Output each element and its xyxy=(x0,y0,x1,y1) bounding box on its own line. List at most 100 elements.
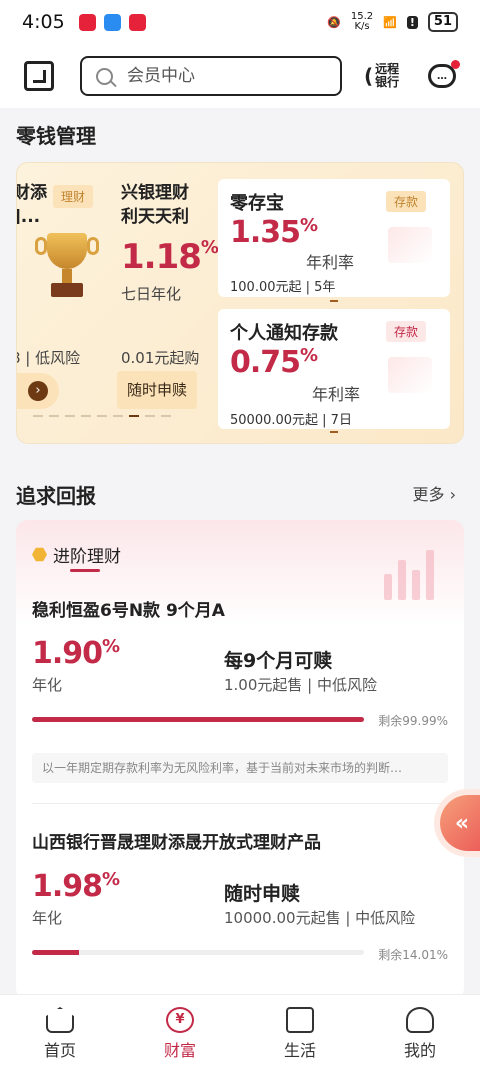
hexagon-icon xyxy=(32,547,47,562)
remote-bank-button[interactable]: ( 远程 银行 xyxy=(364,63,401,89)
product-rate: 1.90% xyxy=(32,636,120,671)
carousel-indicator xyxy=(33,415,171,417)
carousel-rate-unit: % xyxy=(200,237,219,258)
remote-bank-icon: ( xyxy=(364,64,374,88)
divider xyxy=(32,803,448,804)
wealth-icon: ¥ xyxy=(166,1007,194,1033)
net-speed: 15.2 K/s xyxy=(351,12,373,32)
nav-label: 我的 xyxy=(403,1041,436,1060)
mute-icon: 🔕 xyxy=(327,15,341,29)
trend-arrow-icon xyxy=(388,227,432,263)
product-name[interactable]: 稳利恒盈6号N款 9个月A xyxy=(32,596,225,621)
app-notification-icon xyxy=(103,13,121,31)
home-icon xyxy=(46,1007,74,1033)
product-term: 每9个月可赎 xyxy=(224,650,333,672)
nav-label: 首页 xyxy=(43,1041,76,1060)
search-box[interactable] xyxy=(80,56,342,96)
product-rate-value: 0.75 xyxy=(230,345,301,380)
double-chevron-left-icon: « xyxy=(454,810,470,836)
alert-icon: ! xyxy=(406,15,418,29)
product-detail: 10000.00元起售 | 中低风险 xyxy=(224,909,416,927)
more-link[interactable]: 更多 › xyxy=(413,481,457,505)
invest-card: 进阶理财 稳利恒盈6号N款 9个月A 1.90% 年化 每9个月可赎 1.00元… xyxy=(16,520,464,1000)
remote-bank-line1: 远程 xyxy=(375,62,400,76)
store-icon xyxy=(286,1007,314,1033)
remaining-progress-bar xyxy=(32,717,364,722)
carousel-redeem-button[interactable]: 随时申赎 xyxy=(117,371,197,409)
nav-item-me[interactable]: 我的 xyxy=(360,995,480,1066)
risk-disclaimer: 以一年期定期存款利率为无风险利率，基于当前对未来市场的判断… xyxy=(32,753,448,783)
deposit-badge: 存款 xyxy=(385,321,426,342)
product-rate-value: 1.35 xyxy=(230,215,301,250)
message-icon[interactable]: … xyxy=(428,60,460,88)
tab-advanced-finance[interactable]: 进阶理财 xyxy=(32,542,121,567)
carousel-product-name-line2[interactable]: 利天天利 xyxy=(121,205,189,229)
wifi-icon: 📶 xyxy=(383,15,397,29)
product-name[interactable]: 山西银行晋晟理财添晟开放式理财产品 xyxy=(32,828,321,853)
product-rate-label: 年化 xyxy=(32,676,63,694)
deposit-badge: 存款 xyxy=(385,191,426,212)
search-icon xyxy=(96,67,113,85)
tab-underline xyxy=(70,569,100,572)
remote-bank-line2: 银行 xyxy=(375,75,400,89)
nav-label: 生活 xyxy=(283,1041,316,1060)
product-rate: 1.98% xyxy=(32,869,120,904)
bottom-nav: 首页 ¥ 财富 生活 我的 xyxy=(0,994,480,1066)
nav-item-home[interactable]: 首页 xyxy=(0,995,120,1066)
progress-fill xyxy=(32,950,79,955)
carousel-badge: 理财 xyxy=(53,185,94,208)
product-rate-value: 1.90 xyxy=(32,636,103,671)
product-card-lingcunbao[interactable]: 零存宝 存款 1.35% 年利率 100.00元起 | 5年 xyxy=(218,179,450,302)
scan-icon[interactable] xyxy=(24,61,54,91)
product-term: 随时申赎 xyxy=(224,883,301,905)
progress-fill xyxy=(32,717,364,722)
chevron-right-icon: › xyxy=(28,381,48,401)
battery-icon: 51 xyxy=(427,12,458,32)
carousel-rate-value: 1.18 xyxy=(121,237,202,277)
product-sub: 100.00元起 | 5年 xyxy=(230,280,336,295)
carousel-prev-name-line2: ]... xyxy=(17,207,41,227)
divider-mark xyxy=(330,431,338,433)
app-notification-icon xyxy=(78,13,96,31)
remaining-progress-bar xyxy=(32,950,364,955)
status-app-icons xyxy=(78,13,146,31)
carousel-prev-button[interactable]: › xyxy=(17,373,59,409)
product-rate: 0.75% xyxy=(230,345,318,380)
product-rate-unit: % xyxy=(102,869,121,890)
status-bar: 4:05 🔕 15.2 K/s 📶 ! 51 xyxy=(0,0,480,44)
product-name: 个人通知存款 xyxy=(230,323,338,344)
trophy-icon xyxy=(31,233,103,303)
product-rate-unit: % xyxy=(300,345,319,366)
remaining-label: 剩余14.01% xyxy=(378,948,448,962)
user-icon xyxy=(406,1007,434,1033)
trend-arrow-icon xyxy=(388,357,432,393)
product-card-notice-deposit[interactable]: 个人通知存款 存款 0.75% 年利率 50000.00元起 | 7日 xyxy=(218,309,450,433)
product-sub: 50000.00元起 | 7日 xyxy=(230,413,352,428)
product-rate-label: 年化 xyxy=(32,909,63,927)
nav-item-life[interactable]: 生活 xyxy=(240,995,360,1066)
nav-label: 财富 xyxy=(163,1041,196,1060)
carousel-min-amount: 0.01元起购 xyxy=(121,349,200,367)
carousel-rate-label: 七日年化 xyxy=(121,285,182,303)
app-notification-icon xyxy=(128,13,146,31)
product-rate-label: 年利率 xyxy=(306,253,355,272)
search-input[interactable] xyxy=(127,66,307,86)
product-rate-unit: % xyxy=(102,636,121,657)
product-name: 零存宝 xyxy=(230,193,284,214)
tab-label: 进阶理财 xyxy=(53,547,121,567)
remaining-label: 剩余99.99% xyxy=(378,714,448,728)
message-icon-dots: … xyxy=(437,70,447,82)
status-time: 4:05 xyxy=(22,11,65,33)
divider-mark xyxy=(330,300,338,302)
product-carousel[interactable]: 财添 ]... 理财 兴银理财 利天天利 1.18% 七日年化 8 | 低风险 … xyxy=(16,163,219,443)
unread-dot xyxy=(451,60,460,69)
top-bar: ( 远程 银行 … xyxy=(0,44,480,108)
carousel-prev-name-line1: 财添 xyxy=(16,183,47,203)
candlestick-icon xyxy=(380,540,440,600)
section-title-pocket-money: 零钱管理 xyxy=(16,124,96,148)
carousel-product-name-line1[interactable]: 兴银理财 xyxy=(121,181,189,205)
pocket-money-card: 财添 ]... 理财 兴银理财 利天天利 1.18% 七日年化 8 | 低风险 … xyxy=(16,162,464,444)
product-rate: 1.35% xyxy=(230,215,318,250)
nav-item-wealth[interactable]: ¥ 财富 xyxy=(120,995,240,1066)
status-indicators: 🔕 15.2 K/s 📶 ! 51 xyxy=(327,12,458,32)
